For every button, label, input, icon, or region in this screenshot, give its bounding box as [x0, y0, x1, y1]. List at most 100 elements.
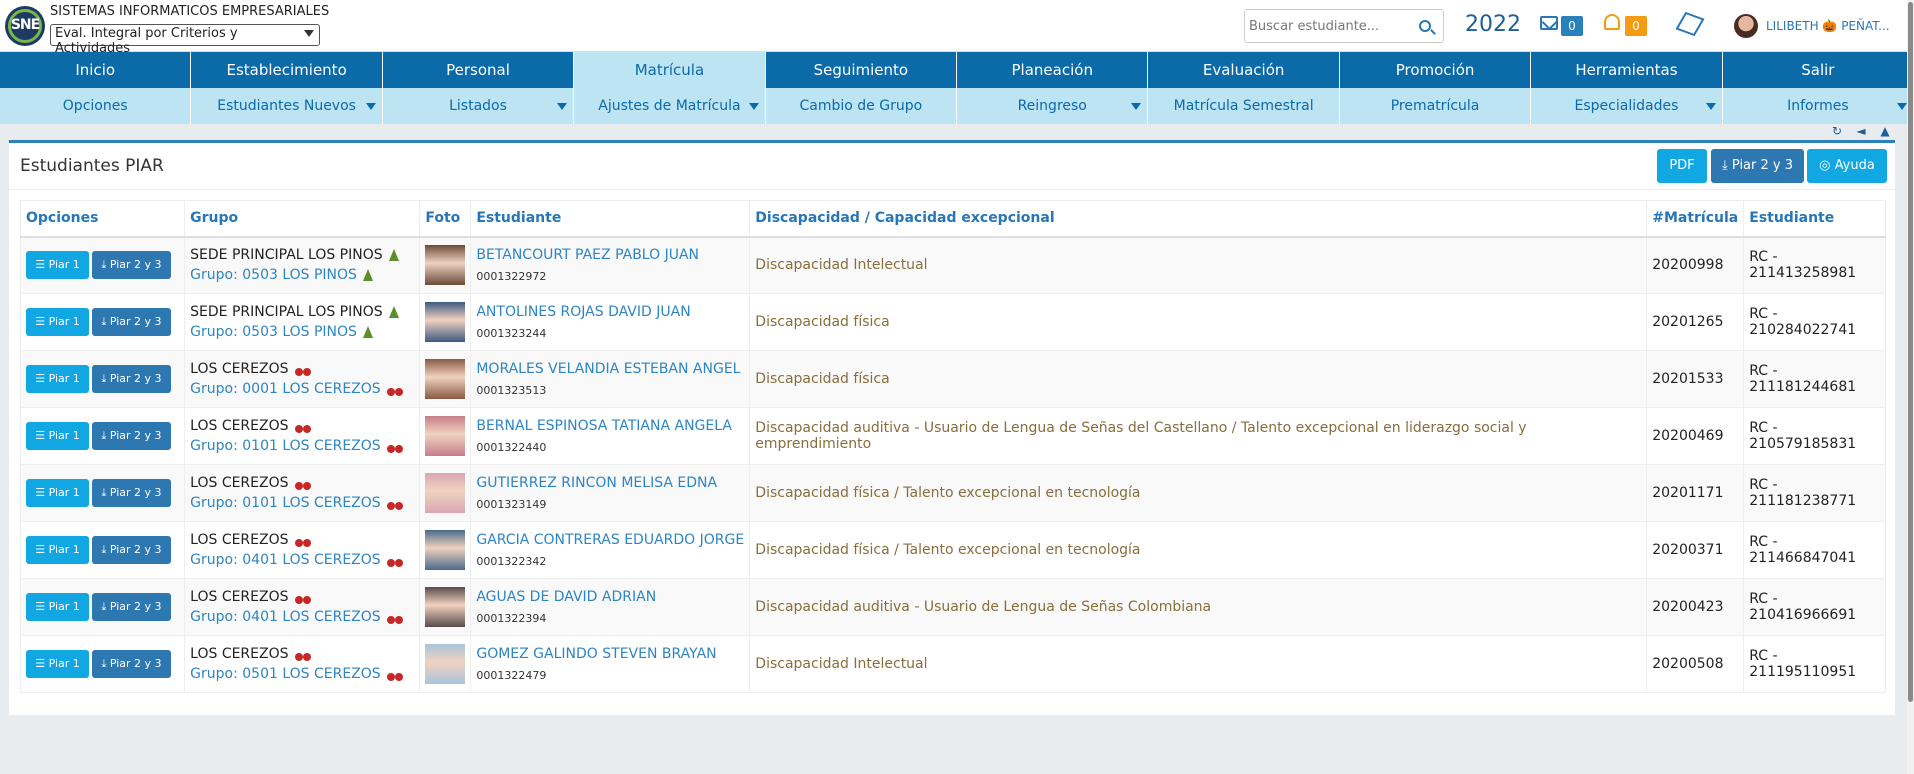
piar-1-button[interactable]: ☰ Piar 1: [26, 422, 89, 450]
main-menu-item[interactable]: Salir: [1723, 52, 1914, 88]
student-name-link[interactable]: BERNAL ESPINOSA TATIANA ANGELA: [476, 418, 744, 434]
caret-down-icon[interactable]: [557, 103, 568, 110]
sub-menu-item[interactable]: Reingreso: [957, 88, 1149, 124]
sub-menu-item[interactable]: Opciones: [0, 88, 192, 124]
piar-1-button[interactable]: ☰ Piar 1: [26, 593, 89, 621]
sne-logo[interactable]: SNE: [5, 6, 45, 46]
column-header[interactable]: Discapacidad / Capacidad excepcional: [749, 200, 1648, 238]
group-line[interactable]: Grupo: 0401 LOS CEREZOS: [190, 550, 414, 570]
student-name-link[interactable]: MORALES VELANDIA ESTEBAN ANGEL: [476, 361, 744, 377]
piar-2-3-row-button[interactable]: ⤓ Piar 2 y 3: [92, 308, 171, 336]
column-header[interactable]: #Matrícula: [1646, 200, 1745, 238]
mail-icon[interactable]: [1540, 16, 1558, 30]
group-line[interactable]: Grupo: 0503 LOS PINOS: [190, 322, 414, 342]
sub-menu-item[interactable]: Ajustes de Matrícula: [574, 88, 766, 124]
main-menu-item[interactable]: Planeación: [957, 52, 1149, 88]
main-menu-item[interactable]: Herramientas: [1531, 52, 1723, 88]
caret-down-icon[interactable]: [1897, 103, 1908, 110]
piar-2-3-row-button[interactable]: ⤓ Piar 2 y 3: [92, 251, 171, 280]
piar-1-button[interactable]: ☰ Piar 1: [26, 650, 89, 678]
school-year[interactable]: 2022: [1465, 12, 1521, 37]
student-name-link[interactable]: AGUAS DE DAVID ADRIAN: [476, 589, 744, 605]
evaluation-select[interactable]: Eval. Integral por Criterios y Actividad…: [50, 24, 320, 56]
document-cell: RC - 210284022741: [1743, 293, 1886, 351]
student-name-link[interactable]: BETANCOURT PAEZ PABLO JUAN: [476, 247, 744, 263]
caret-down-icon[interactable]: [748, 103, 759, 110]
sub-menu-item[interactable]: Matrícula Semestral: [1148, 88, 1340, 124]
group-line[interactable]: Grupo: 0101 LOS CEREZOS: [190, 436, 414, 456]
sub-menu-item[interactable]: Cambio de Grupo: [766, 88, 958, 124]
avatar[interactable]: [1734, 14, 1758, 38]
student-search-input[interactable]: Buscar estudiante...: [1244, 9, 1444, 43]
piar-2-3-row-label: Piar 2 y 3: [109, 486, 162, 499]
sub-menu-item[interactable]: Prematrícula: [1340, 88, 1532, 124]
main-menu-item[interactable]: Promoción: [1340, 52, 1532, 88]
cube-icon[interactable]: [1675, 11, 1705, 37]
piar-1-button[interactable]: ☰ Piar 1: [26, 479, 89, 507]
group-name: Grupo: 0101 LOS CEREZOS: [190, 438, 381, 454]
search-placeholder: Buscar estudiante...: [1249, 19, 1380, 34]
main-menu-item[interactable]: Inicio: [0, 52, 192, 88]
sub-menu-item[interactable]: Especialidades: [1531, 88, 1723, 124]
group-line[interactable]: Grupo: 0001 LOS CEREZOS: [190, 379, 414, 399]
column-header[interactable]: Opciones: [19, 200, 186, 238]
column-header[interactable]: Estudiante: [1743, 200, 1886, 238]
piar-1-button[interactable]: ☰ Piar 1: [26, 251, 89, 280]
user-name[interactable]: LILIBETH 🎃 PEÑAT...: [1766, 19, 1890, 33]
piar-1-button[interactable]: ☰ Piar 1: [26, 365, 89, 393]
column-header[interactable]: Foto: [419, 200, 472, 238]
group-line[interactable]: Grupo: 0503 LOS PINOS: [190, 265, 414, 285]
search-icon[interactable]: [1419, 20, 1431, 32]
student-name-link[interactable]: GUTIERREZ RINCON MELISA EDNA: [476, 475, 744, 491]
piar-1-label: Piar 1: [48, 258, 80, 272]
sub-menu-label: Opciones: [62, 98, 128, 114]
sede-name: LOS CEREZOS: [190, 532, 289, 548]
piar-2-3-row-button[interactable]: ⤓ Piar 2 y 3: [92, 365, 171, 393]
piar-2-3-row-button[interactable]: ⤓ Piar 2 y 3: [92, 536, 171, 564]
company-name: SISTEMAS INFORMATICOS EMPRESARIALES: [50, 4, 330, 19]
back-icon[interactable]: ◄: [1854, 124, 1868, 138]
caret-down-icon[interactable]: [365, 103, 376, 110]
main-menu-item[interactable]: Evaluación: [1148, 52, 1340, 88]
piar-2-3-button[interactable]: ⤓ Piar 2 y 3: [1711, 149, 1804, 183]
group-line[interactable]: Grupo: 0401 LOS CEREZOS: [190, 607, 414, 627]
scroll-top-icon[interactable]: ▲: [1878, 124, 1892, 138]
options-cell: ☰ Piar 1 ⤓ Piar 2 y 3: [19, 236, 186, 294]
sub-menu-item[interactable]: Informes: [1723, 88, 1914, 124]
piar-2-3-row-label: Piar 2 y 3: [109, 543, 162, 556]
caret-down-icon[interactable]: [1131, 103, 1142, 110]
group-line[interactable]: Grupo: 0501 LOS CEREZOS: [190, 664, 414, 684]
main-menu-item[interactable]: Personal: [383, 52, 575, 88]
pdf-button[interactable]: PDF: [1657, 149, 1707, 183]
document-cell: RC - 210579185831: [1743, 407, 1886, 465]
student-name-link[interactable]: GARCIA CONTRERAS EDUARDO JORGE: [476, 532, 744, 548]
disability-text: Discapacidad física: [755, 371, 890, 387]
scrollbar-thumb[interactable]: [1908, 2, 1913, 702]
sede-name: LOS CEREZOS: [190, 589, 289, 605]
piar-1-button[interactable]: ☰ Piar 1: [26, 308, 89, 336]
piar-2-3-row-button[interactable]: ⤓ Piar 2 y 3: [92, 650, 171, 678]
help-button[interactable]: ◎ Ayuda: [1807, 149, 1887, 183]
column-header[interactable]: Grupo: [184, 200, 421, 238]
main-menu-item[interactable]: Seguimiento: [766, 52, 958, 88]
main-menu-item[interactable]: Matrícula: [574, 52, 766, 88]
column-header[interactable]: Estudiante: [470, 200, 751, 238]
piar-1-button[interactable]: ☰ Piar 1: [26, 536, 89, 564]
sub-menu-item[interactable]: Estudiantes Nuevos: [191, 88, 383, 124]
piar-2-3-row-button[interactable]: ⤓ Piar 2 y 3: [92, 593, 171, 621]
group-line[interactable]: Grupo: 0101 LOS CEREZOS: [190, 493, 414, 513]
sub-menu: Opciones Estudiantes Nuevos Listados Ajuste…: [0, 88, 1914, 124]
photo-cell: [419, 350, 472, 408]
options-cell: ☰ Piar 1 ⤓ Piar 2 y 3: [19, 350, 186, 408]
piar-2-3-row-button[interactable]: ⤓ Piar 2 y 3: [92, 422, 171, 450]
panel-divider: [9, 189, 1895, 190]
caret-down-icon[interactable]: [1705, 103, 1716, 110]
bell-icon[interactable]: [1604, 14, 1620, 30]
cherry-icon: [294, 590, 311, 604]
refresh-icon[interactable]: ↻: [1830, 124, 1844, 138]
student-name-link[interactable]: GOMEZ GALINDO STEVEN BRAYAN: [476, 646, 744, 662]
main-menu-item[interactable]: Establecimiento: [191, 52, 383, 88]
sub-menu-item[interactable]: Listados: [383, 88, 575, 124]
piar-2-3-row-button[interactable]: ⤓ Piar 2 y 3: [92, 479, 171, 507]
student-name-link[interactable]: ANTOLINES ROJAS DAVID JUAN: [476, 304, 744, 320]
